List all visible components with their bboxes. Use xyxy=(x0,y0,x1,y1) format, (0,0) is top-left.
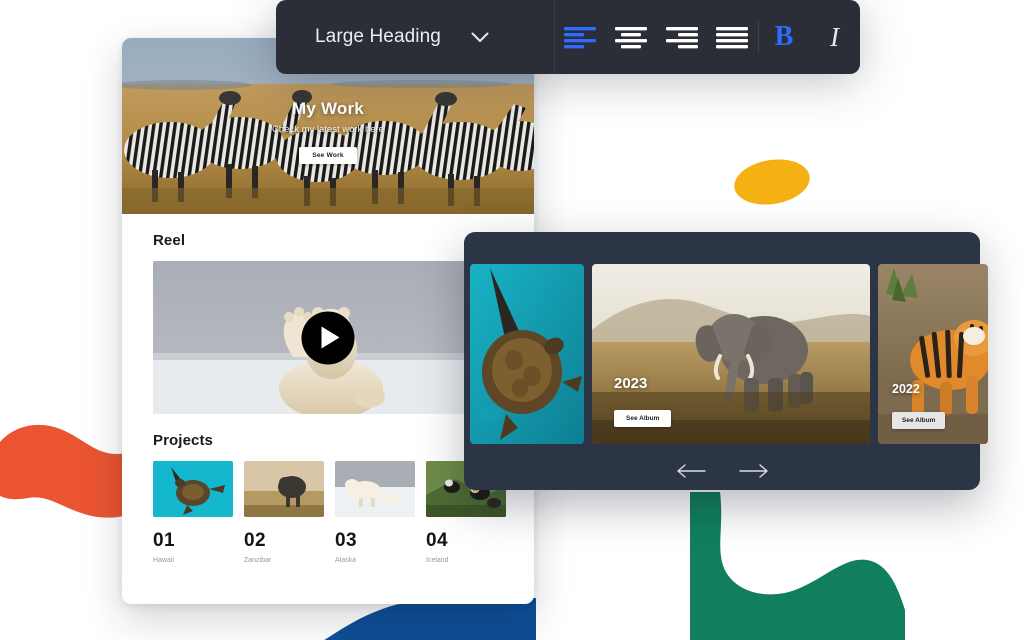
reel-video[interactable] xyxy=(153,261,503,414)
project-location: Hawaii xyxy=(153,557,175,564)
align-justify-button[interactable] xyxy=(707,25,758,49)
gallery-year-label: 2023 xyxy=(614,375,648,392)
project-item[interactable]: 01 Hawaii xyxy=(153,461,233,564)
formatting-toolbar: Large Heading B I xyxy=(276,0,860,74)
project-number: 03 xyxy=(335,530,357,551)
gallery-year-label: 2022 xyxy=(892,382,920,396)
play-button[interactable] xyxy=(301,311,355,364)
gallery-card-2023[interactable]: 2023 See Album xyxy=(592,264,870,444)
arrow-right-icon xyxy=(738,464,768,478)
gallery-carousel: 2023 See Album 2022 See Album xyxy=(464,264,988,444)
screenshot-root: My Work Check my latest work here See Wo… xyxy=(0,0,1024,640)
align-right-icon xyxy=(665,27,698,49)
projects-grid: 01 Hawaii 02 Zanzibar 03 Alaska 04 Icela… xyxy=(153,461,506,564)
see-work-button[interactable]: See Work xyxy=(299,146,357,164)
see-album-button-2022[interactable]: See Album xyxy=(892,412,946,429)
project-thumbnail-hawaii xyxy=(153,461,233,517)
play-icon xyxy=(321,326,340,349)
decorative-blob-yellow xyxy=(731,154,813,210)
gallery-navigation xyxy=(464,460,980,482)
alignment-format-segment: B I xyxy=(555,0,860,74)
gallery-card-turtle[interactable] xyxy=(470,264,584,444)
bold-label: B xyxy=(774,21,794,52)
project-thumbnail-zanzibar xyxy=(244,461,324,517)
bold-button[interactable]: B xyxy=(759,21,810,53)
project-number: 04 xyxy=(426,530,448,551)
align-left-icon xyxy=(564,27,597,49)
gallery-next-button[interactable] xyxy=(735,460,773,482)
see-album-button-2023[interactable]: See Album xyxy=(614,410,672,427)
project-item[interactable]: 02 Zanzibar xyxy=(244,461,324,564)
align-center-icon xyxy=(615,27,648,49)
heading-style-dropdown[interactable]: Large Heading xyxy=(315,26,489,48)
project-item[interactable]: 03 Alaska xyxy=(335,461,415,564)
hero-subtitle: Check my latest work here xyxy=(272,123,384,135)
heading-style-label: Large Heading xyxy=(315,26,441,47)
project-location: Iceland xyxy=(426,557,449,564)
gallery-card-2022[interactable]: 2022 See Album xyxy=(878,264,988,444)
italic-label: I xyxy=(830,21,840,52)
project-location: Alaska xyxy=(335,557,357,564)
heading-style-segment: Large Heading xyxy=(276,0,555,74)
gallery-prev-button[interactable] xyxy=(672,460,710,482)
hero-title: My Work xyxy=(292,98,364,118)
align-left-button[interactable] xyxy=(555,25,606,49)
project-number: 01 xyxy=(153,530,175,551)
project-number: 02 xyxy=(244,530,266,551)
italic-button[interactable]: I xyxy=(809,22,860,53)
project-location: Zanzibar xyxy=(244,557,272,564)
gallery-panel: 2023 See Album 2022 See Album xyxy=(464,232,988,490)
chevron-down-icon xyxy=(471,32,489,42)
align-right-button[interactable] xyxy=(656,25,707,49)
align-center-button[interactable] xyxy=(606,25,657,49)
arrow-left-icon xyxy=(676,464,706,478)
align-justify-icon xyxy=(716,27,749,49)
decorative-blob-orange xyxy=(0,424,140,518)
project-thumbnail-alaska xyxy=(335,461,415,517)
decorative-blob-green xyxy=(690,492,905,640)
